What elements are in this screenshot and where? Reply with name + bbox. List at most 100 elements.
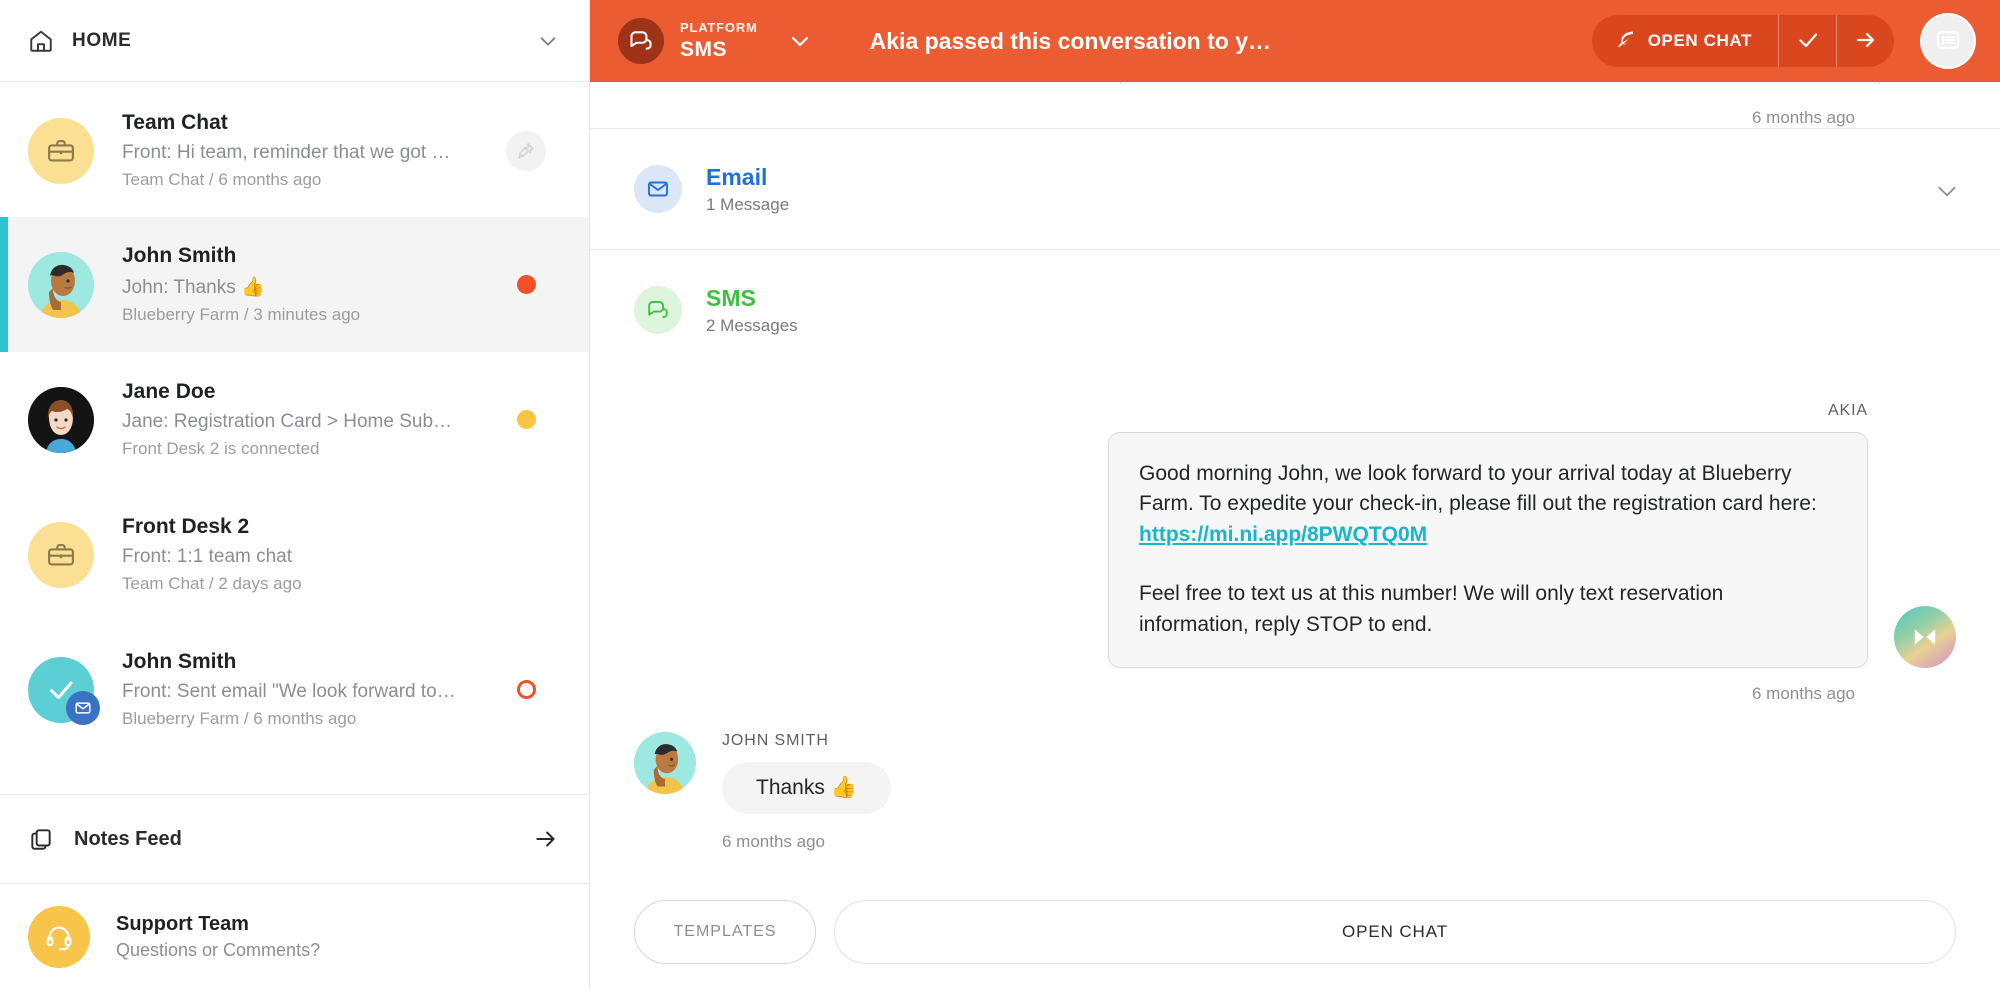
mail-icon bbox=[66, 690, 100, 725]
conversation-row-front-desk-2[interactable]: Front Desk 2 Front: 1:1 team chat Team C… bbox=[0, 487, 589, 622]
feather-icon bbox=[1616, 29, 1636, 54]
conversation-title: John Smith bbox=[122, 650, 237, 673]
channel-text: Email 1 Message bbox=[706, 163, 789, 215]
previous-message-timestamp: 6 months ago bbox=[1751, 108, 1855, 127]
registration-card-link[interactable]: https://mi.ni.app/8PWQTQ0M bbox=[1139, 523, 1427, 546]
channel-name: Email bbox=[706, 164, 768, 190]
avatar bbox=[28, 251, 94, 318]
headset-icon bbox=[28, 906, 90, 968]
conversation-text: John Smith Front: Sent email "We look fo… bbox=[122, 650, 491, 729]
resolve-button[interactable] bbox=[1778, 15, 1836, 67]
support-title: Support Team bbox=[116, 913, 249, 935]
arrow-right-icon[interactable] bbox=[533, 826, 559, 852]
avatar bbox=[28, 386, 94, 453]
conversation-meta: Blueberry Farm / 6 months ago bbox=[122, 709, 357, 728]
status-badge-open bbox=[516, 680, 536, 699]
home-icon bbox=[28, 28, 54, 54]
forward-button[interactable] bbox=[1836, 15, 1894, 67]
message-sender: JOHN SMITH bbox=[722, 731, 829, 749]
support-team-entry[interactable]: Support Team Questions or Comments? bbox=[0, 884, 589, 990]
message-incoming: JOHN SMITH Thanks 👍 6 months ago bbox=[590, 704, 2000, 852]
topbar-actions: OPEN CHAT bbox=[1591, 13, 1976, 69]
open-chat-button-group: OPEN CHAT bbox=[1591, 15, 1894, 67]
support-subtitle: Questions or Comments? bbox=[116, 940, 321, 960]
message-thread: 6 months ago Email 1 Message SMS 2 Messa… bbox=[590, 82, 2000, 878]
conversation-meta: Team Chat / 2 days ago bbox=[122, 574, 302, 593]
conversation-preview: Jane: Registration Card > Home Sub… bbox=[122, 411, 453, 432]
message-sender: AKIA bbox=[1827, 401, 1868, 419]
avatar bbox=[28, 117, 94, 184]
page-title: Akia passed this conversation to y… bbox=[869, 27, 1271, 54]
conversation-text: Jane Doe Jane: Registration Card > Home … bbox=[122, 380, 491, 459]
person-avatar bbox=[634, 731, 696, 794]
status-badge-unread bbox=[516, 275, 536, 294]
chevron-down-icon[interactable] bbox=[537, 30, 559, 52]
arrow-right-icon bbox=[1854, 28, 1878, 55]
sidebar-header[interactable]: HOME bbox=[0, 0, 589, 82]
sidebar: HOME Team Chat Front: Hi team, reminder … bbox=[0, 0, 590, 990]
open-chat-composer-button[interactable]: OPEN CHAT bbox=[834, 900, 1956, 964]
platform-selector[interactable]: PLATFORM SMS bbox=[618, 18, 812, 64]
conversation-status bbox=[491, 130, 561, 171]
support-text: Support Team Questions or Comments? bbox=[116, 913, 320, 961]
templates-button[interactable]: TEMPLATES bbox=[634, 900, 816, 964]
platform-label: PLATFORM bbox=[680, 20, 758, 36]
message-bubble-column: AKIA Good morning John, we look forward … bbox=[1108, 402, 1868, 668]
conversation-row-john-smith-resolved[interactable]: John Smith Front: Sent email "We look fo… bbox=[0, 622, 589, 757]
woman-avatar bbox=[28, 386, 94, 453]
envelope-icon bbox=[634, 164, 682, 213]
main-panel: PLATFORM SMS Akia passed this conversati… bbox=[590, 0, 2000, 990]
conversation-title: Team Chat bbox=[122, 111, 228, 134]
open-chat-label: OPEN CHAT bbox=[1647, 31, 1752, 50]
conversation-list: Team Chat Front: Hi team, reminder that … bbox=[0, 82, 589, 794]
previous-message-partial bbox=[1120, 82, 1880, 84]
chevron-down-icon[interactable] bbox=[788, 29, 812, 53]
panel-toggle-button[interactable] bbox=[1920, 13, 1976, 69]
channel-section-sms[interactable]: SMS 2 Messages bbox=[590, 248, 2000, 370]
notes-feed-button[interactable]: Notes Feed bbox=[0, 794, 589, 884]
person-avatar bbox=[28, 251, 94, 318]
message-bubble: Thanks 👍 bbox=[722, 761, 891, 814]
list-panel-icon bbox=[1935, 27, 1961, 56]
message-paragraph-2: Feel free to text us at this number! We … bbox=[1139, 582, 1724, 636]
conversation-title: John Smith bbox=[122, 244, 237, 267]
conversation-status bbox=[491, 680, 561, 699]
conversation-row-jane-doe[interactable]: Jane Doe Jane: Registration Card > Home … bbox=[0, 352, 589, 487]
akia-logo-avatar bbox=[1894, 605, 1956, 668]
copy-icon bbox=[28, 826, 54, 852]
conversation-preview: Front: 1:1 team chat bbox=[122, 546, 293, 567]
chat-bubbles-icon bbox=[634, 285, 682, 334]
incoming-timestamp: 6 months ago bbox=[722, 831, 826, 851]
pin-icon[interactable] bbox=[506, 130, 546, 171]
chevron-down-icon[interactable] bbox=[1934, 178, 1956, 200]
open-chat-button[interactable]: OPEN CHAT bbox=[1592, 15, 1778, 67]
composer-bar: TEMPLATES OPEN CHAT bbox=[590, 878, 2000, 990]
sidebar-header-title: HOME bbox=[72, 29, 132, 51]
platform-value: SMS bbox=[680, 37, 728, 61]
message-outgoing: AKIA Good morning John, we look forward … bbox=[590, 402, 2000, 668]
conversation-meta: Front Desk 2 is connected bbox=[122, 439, 320, 458]
conversation-preview: Front: Sent email "We look forward to… bbox=[122, 681, 456, 702]
avatar bbox=[28, 656, 100, 725]
channel-message-count: 2 Messages bbox=[706, 315, 798, 335]
briefcase-icon bbox=[28, 117, 94, 184]
conversation-row-team-chat[interactable]: Team Chat Front: Hi team, reminder that … bbox=[0, 82, 589, 217]
briefcase-icon bbox=[28, 521, 94, 588]
conversation-title: Jane Doe bbox=[122, 380, 216, 403]
conversation-text: Team Chat Front: Hi team, reminder that … bbox=[122, 111, 491, 190]
chat-bubbles-icon bbox=[618, 18, 664, 64]
notes-feed-label: Notes Feed bbox=[74, 827, 182, 850]
conversation-title: Front Desk 2 bbox=[122, 515, 250, 538]
conversation-row-john-smith-active[interactable]: John Smith John: Thanks 👍 Blueberry Farm… bbox=[0, 217, 589, 352]
message-paragraph-1: Good morning John, we look forward to yo… bbox=[1139, 459, 1837, 552]
avatar bbox=[28, 521, 94, 588]
channel-message-count: 1 Message bbox=[706, 194, 790, 214]
conversation-preview: John: Thanks 👍 bbox=[122, 277, 265, 298]
app-root: HOME Team Chat Front: Hi team, reminder … bbox=[0, 0, 2000, 990]
conversation-preview: Front: Hi team, reminder that we got … bbox=[122, 142, 451, 163]
conversation-meta: Blueberry Farm / 3 minutes ago bbox=[122, 305, 361, 324]
message-text: Good morning John, we look forward to yo… bbox=[1139, 461, 1817, 516]
status-badge-pending bbox=[516, 410, 536, 429]
incoming-bubble-column: JOHN SMITH Thanks 👍 6 months ago bbox=[722, 732, 891, 852]
channel-section-email[interactable]: Email 1 Message bbox=[590, 128, 2000, 249]
